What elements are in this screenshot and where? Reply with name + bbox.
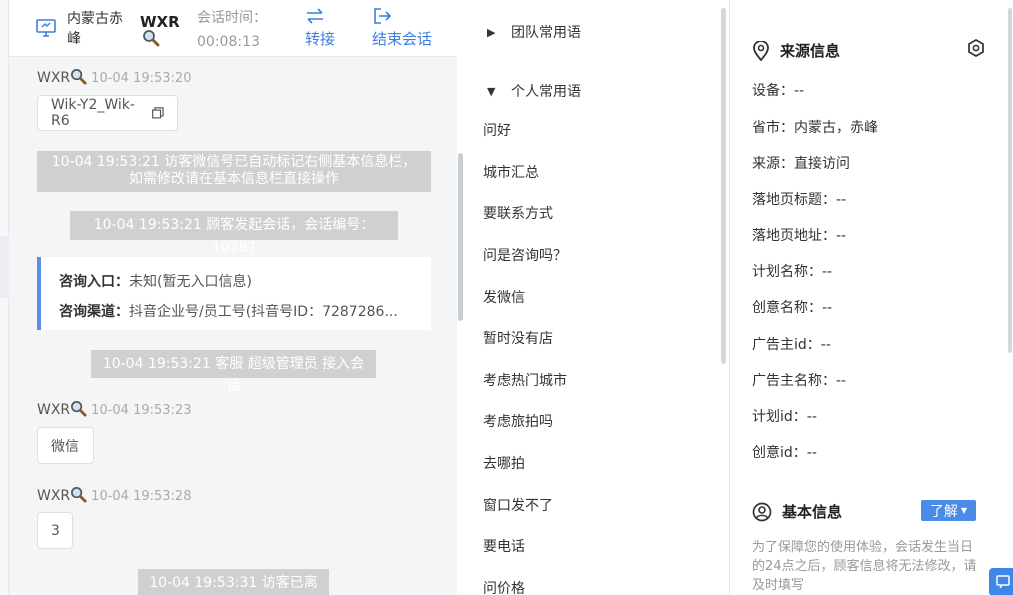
transfer-icon (307, 8, 323, 24)
user-circle-icon (752, 502, 772, 521)
channel-value: 抖音企业号/员工号(抖音号ID：7287286... (129, 304, 398, 320)
info-panel: 来源信息 设备：-- 省市：内蒙古，赤峰 来源：直接访问 落地页标题：-- 落地… (729, 0, 1013, 595)
source-info-row: 省市：内蒙古，赤峰 (752, 120, 878, 136)
phrases-panel: ▶ 团队常用语 ▼ 个人常用语 问好 城市汇总 要联系方式 问是咨询吗？ 发微信… (465, 0, 728, 595)
copy-icon[interactable] (152, 107, 164, 119)
monitor-icon (36, 19, 56, 37)
source-info-row: 创意id：-- (752, 445, 817, 461)
session-time-label: 会话时间： (197, 10, 267, 26)
message-meta: WXR 10-04 19:53:28 (37, 486, 191, 504)
message-sender: WXR (37, 70, 71, 86)
message-sender: WXR (37, 402, 71, 418)
message-bubble[interactable]: 微信 (37, 427, 94, 464)
message-text: Wik-Y2_Wik-R6 (51, 97, 135, 129)
transfer-label: 转接 (305, 30, 336, 48)
source-info-row: 设备：-- (752, 83, 805, 99)
system-message: 10-04 19:53:31 访客已离开 (138, 569, 329, 595)
session-time-value: 00:08:13 (197, 34, 260, 50)
phrases-scrollbar[interactable] (721, 8, 726, 364)
phrase-item[interactable]: 要联系方式 (483, 204, 553, 224)
message-meta: WXR 10-04 19:53:23 (37, 400, 191, 418)
source-info-row: 来源：直接访问 (752, 156, 850, 172)
consult-channel-row: 咨询渠道：抖音企业号/员工号(抖音号ID：7287286... (59, 297, 429, 327)
consult-entry-row: 咨询入口：未知(暂无入口信息) (59, 267, 429, 297)
phrase-item[interactable]: 要电话 (483, 537, 525, 557)
source-info-row: 广告主名称：-- (752, 373, 847, 389)
system-message: 10-04 19:53:21 顾客发起会话，会话编号：10787 (70, 211, 398, 256)
phrase-item[interactable]: 问是咨询吗？ (483, 246, 567, 266)
message-bubble[interactable]: 3 (37, 512, 73, 549)
message-meta: WXR 10-04 19:53:20 (37, 68, 191, 86)
source-info-row: 广告主id：-- (752, 337, 831, 353)
source-info-row: 计划名称：-- (752, 264, 833, 280)
personal-phrases-label: 个人常用语 (511, 84, 581, 100)
visitor-location: 内蒙古赤峰 (67, 11, 123, 47)
basic-info-label: 基本信息 (782, 503, 843, 521)
caret-down-icon: ▼ (487, 84, 496, 98)
magnifier-emoji-icon (143, 30, 160, 47)
phrase-item[interactable]: 暂时没有店 (483, 329, 553, 349)
phrase-item[interactable]: 发微信 (483, 288, 525, 308)
phrase-item[interactable]: 城市汇总 (483, 163, 539, 183)
channel-key: 咨询渠道： (59, 304, 129, 320)
logout-icon (374, 8, 392, 24)
chat-header: 内蒙古赤峰 WXR 会话时间： 00:08:13 转接 结束会话 (9, 0, 457, 57)
basic-info-notice: 为了保障您的使用体验，会话发生当日的24点之后，顾客信息将无法修改，请及时填写 (752, 540, 977, 593)
message-time: 10-04 19:53:23 (91, 403, 192, 418)
message-sender: WXR (37, 488, 71, 504)
team-phrases-group[interactable]: ▶ 团队常用语 (487, 22, 581, 42)
info-scrollbar[interactable] (1008, 8, 1012, 353)
caret-right-icon: ▶ (487, 25, 496, 39)
message-icon (996, 575, 1010, 589)
end-session-label: 结束会话 (372, 30, 433, 48)
source-info-row: 落地页地址：-- (752, 228, 847, 244)
source-info-row: 计划id：-- (752, 409, 817, 425)
chat-panel: 内蒙古赤峰 WXR 会话时间： 00:08:13 转接 结束会话 WXR 10-0… (9, 0, 457, 595)
phrase-item[interactable]: 窗口发不了 (483, 496, 553, 516)
source-info-label: 来源信息 (780, 42, 841, 60)
caret-down-icon: ▼ (960, 506, 968, 515)
entry-value: 未知(暂无入口信息) (129, 274, 252, 290)
phrase-item[interactable]: 考虑旅拍吗 (483, 412, 553, 432)
system-message: 10-04 19:53:21 客服 超级管理员 接入会话 (91, 350, 376, 394)
learn-more-button[interactable]: 了解 ▼ (921, 500, 976, 521)
source-info-title: 来源信息 (752, 40, 840, 61)
message-text: 3 (51, 522, 60, 539)
basic-info-title: 基本信息 (752, 501, 842, 522)
phrase-item[interactable]: 问好 (483, 121, 511, 141)
settings-icon[interactable] (966, 38, 986, 58)
magnifier-emoji-icon (71, 487, 87, 503)
message-bubble[interactable]: Wik-Y2_Wik-R6 (37, 95, 178, 131)
source-info-row: 落地页标题：-- (752, 192, 847, 208)
left-gutter (0, 0, 9, 595)
chat-bubble-button[interactable] (989, 568, 1013, 595)
location-pin-icon (753, 40, 769, 61)
transfer-button[interactable]: 转接 (305, 6, 335, 50)
personal-phrases-group[interactable]: ▼ 个人常用语 (487, 81, 581, 101)
consult-entry-card: 咨询入口：未知(暂无入口信息) 咨询渠道：抖音企业号/员工号(抖音号ID：728… (37, 257, 431, 330)
end-session-button[interactable]: 结束会话 (372, 6, 432, 50)
message-text: 微信 (51, 438, 79, 455)
phrase-item[interactable]: 考虑热门城市 (483, 371, 567, 391)
gutter-highlight (0, 236, 9, 298)
message-time: 10-04 19:53:28 (91, 489, 192, 504)
magnifier-emoji-icon (71, 69, 87, 85)
message-time: 10-04 19:53:20 (91, 71, 192, 86)
system-message: 10-04 19:53:21 访客微信号已自动标记右侧基本信息栏，如需修改请在基… (37, 151, 431, 192)
magnifier-emoji-icon (71, 401, 87, 417)
chat-scrollbar[interactable] (458, 153, 463, 321)
learn-more-label: 了解 (929, 503, 958, 520)
team-phrases-label: 团队常用语 (511, 25, 581, 41)
source-info-row: 创意名称：-- (752, 300, 833, 316)
phrase-item[interactable]: 去哪拍 (483, 454, 525, 474)
entry-key: 咨询入口： (59, 274, 129, 290)
phrase-item[interactable]: 问价格 (483, 579, 525, 595)
